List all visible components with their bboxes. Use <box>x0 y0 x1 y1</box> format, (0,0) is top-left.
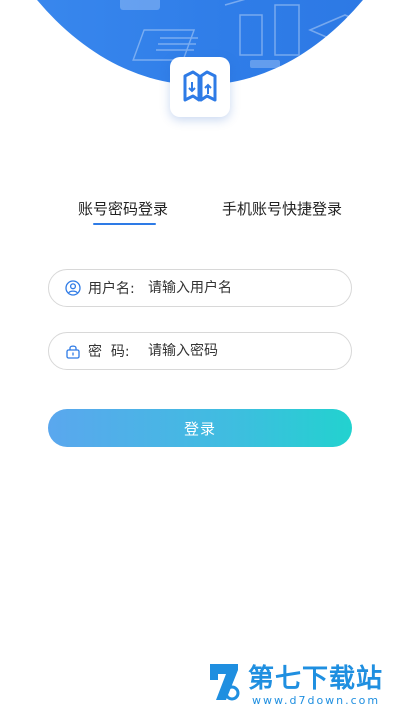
app-logo <box>170 57 230 117</box>
tab-phone-quick-login[interactable]: 手机账号快捷登录 <box>222 198 342 219</box>
app-logo-icon <box>183 70 217 102</box>
password-label: 密 码: <box>88 344 130 360</box>
watermark-url: www.d7down.com <box>252 694 381 707</box>
tab-account-password[interactable]: 账号密码登录 <box>78 198 168 219</box>
login-page: 账号密码登录 手机账号快捷登录 用户名: 密 码: 登录 <box>0 0 400 711</box>
password-field[interactable]: 密 码: <box>48 332 352 370</box>
password-input[interactable] <box>148 343 328 359</box>
watermark-logo-icon <box>210 664 240 701</box>
username-field[interactable]: 用户名: <box>48 269 352 307</box>
username-label: 用户名: <box>88 281 135 297</box>
user-icon <box>64 279 82 297</box>
watermark: 第七下载站 www.d7down.com <box>206 658 396 708</box>
lock-icon <box>64 342 82 360</box>
login-tabs: 账号密码登录 手机账号快捷登录 <box>0 198 400 234</box>
watermark-title: 第七下载站 <box>248 664 384 694</box>
active-tab-indicator <box>93 223 156 225</box>
login-button[interactable]: 登录 <box>48 409 352 447</box>
username-input[interactable] <box>148 280 328 296</box>
